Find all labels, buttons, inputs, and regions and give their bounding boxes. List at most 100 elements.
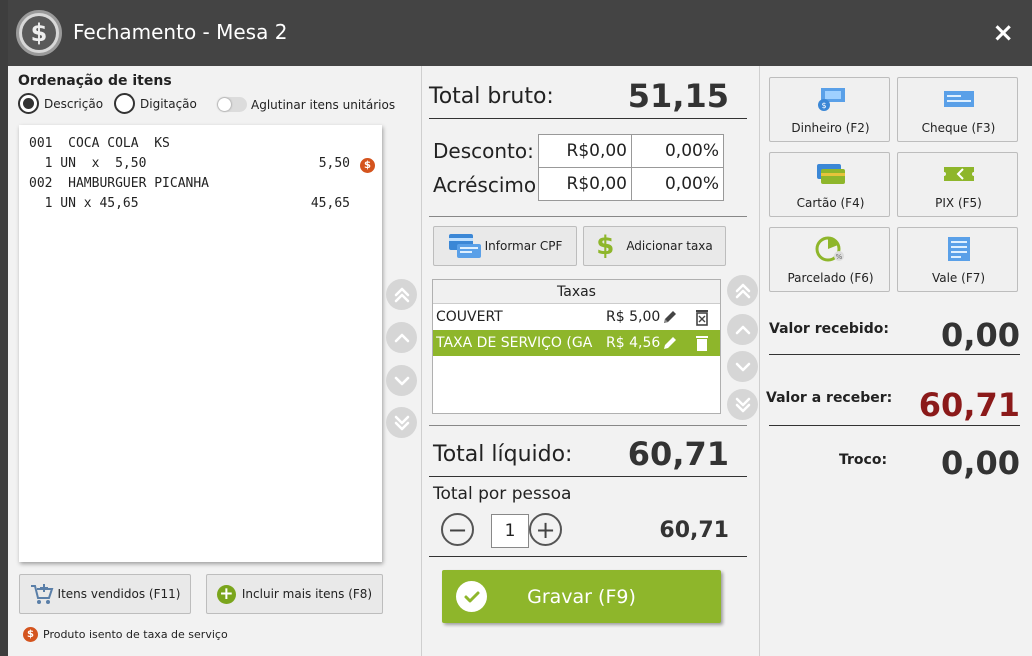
divider (769, 425, 1020, 426)
fee-name: TAXA DE SERVIÇO (GA (436, 335, 593, 351)
change-label: Troco: (839, 452, 888, 468)
radio-label: Descrição (44, 96, 104, 111)
minus-icon: − (447, 515, 468, 544)
plus-icon: + (535, 515, 556, 544)
double-chevron-down-icon (394, 415, 409, 430)
pencil-icon[interactable] (661, 308, 679, 326)
addition-percent-field[interactable]: 0,00% (631, 167, 724, 201)
net-total-value: 60,71 (627, 435, 729, 473)
svg-text:%: % (836, 253, 843, 261)
receipt-item-line[interactable]: 002 HAMBURGUER PICANHA (29, 176, 209, 194)
scroll-up-button[interactable] (386, 322, 417, 353)
totals-panel: Total bruto: 51,15 Desconto: R$0,00 0,00… (422, 66, 760, 656)
divider (429, 425, 747, 426)
fees-scroll-down-button[interactable] (727, 351, 758, 382)
include-more-items-button[interactable]: + Incluir mais itens (F8) (206, 574, 383, 614)
trash-icon[interactable] (693, 308, 711, 326)
fees-scroll-bottom-button[interactable] (727, 389, 758, 420)
discount-amount-field[interactable]: R$0,00 (538, 134, 632, 168)
radio-description[interactable]: Descrição (18, 93, 103, 114)
divider (429, 118, 747, 119)
double-chevron-down-icon (735, 397, 750, 412)
pencil-icon[interactable] (661, 334, 679, 352)
divider (429, 476, 747, 477)
gross-total-value: 51,15 (627, 77, 729, 115)
dollar-icon: $ (596, 231, 615, 261)
people-count-field[interactable]: 1 (491, 514, 529, 548)
increase-people-button[interactable]: + (529, 513, 562, 546)
pix-icon (944, 167, 974, 181)
chevron-down-icon (394, 376, 409, 385)
net-total-label: Total líquido: (433, 442, 573, 467)
double-chevron-up-icon (735, 283, 750, 298)
received-label: Valor recebido: (769, 321, 889, 337)
save-label: Gravar (F9) (527, 585, 636, 608)
pay-card-button[interactable]: Cartão (F4) (769, 152, 890, 217)
dollar-coin-icon: $ (16, 10, 62, 56)
received-value: 0,00 (941, 316, 1020, 354)
pay-check-button[interactable]: Cheque (F3) (897, 77, 1018, 142)
fee-value: R$ 4,56 (606, 335, 661, 351)
service-exempt-icon: $ (360, 158, 375, 173)
plus-circle-icon: + (216, 584, 236, 604)
sold-items-button[interactable]: Itens vendidos (F11) (19, 574, 191, 614)
receipt-list[interactable]: 001 COCA COLA KS 1 UN x 5,50 5,50 $ 002 … (19, 125, 382, 562)
pay-card-label: Cartão (F4) (796, 196, 865, 210)
fee-name: COUVERT (436, 309, 503, 325)
addition-amount-field[interactable]: R$0,00 (538, 167, 632, 201)
divider (429, 556, 747, 557)
fee-row-selected[interactable]: TAXA DE SERVIÇO (GA R$ 4,56 (433, 330, 720, 356)
save-button[interactable]: Gravar (F9) (442, 570, 721, 623)
scroll-top-button[interactable] (386, 279, 417, 310)
fee-row[interactable]: COUVERT R$ 5,00 (433, 304, 720, 330)
gross-total-label: Total bruto: (429, 84, 554, 109)
receipt-item-line[interactable]: 001 COCA COLA KS (29, 136, 170, 154)
toggle-track[interactable] (217, 97, 247, 112)
pay-voucher-button[interactable]: Vale (F7) (897, 227, 1018, 292)
per-person-value: 60,71 (659, 518, 729, 543)
double-chevron-up-icon (394, 287, 409, 302)
pay-installments-label: Parcelado (F6) (787, 271, 874, 285)
trash-icon[interactable] (693, 334, 711, 352)
scroll-bottom-button[interactable] (386, 407, 417, 438)
card-icon (817, 164, 845, 184)
discount-label: Desconto: (433, 139, 534, 163)
radio-label: Digitação (140, 96, 197, 111)
fees-scroll-up-button[interactable] (727, 314, 758, 345)
divider (429, 216, 747, 217)
installments-icon: % (815, 236, 844, 262)
pay-pix-button[interactable]: PIX (F5) (897, 152, 1018, 217)
inform-cpf-button[interactable]: Informar CPF (433, 226, 577, 266)
pay-installments-button[interactable]: % Parcelado (F6) (769, 227, 890, 292)
include-more-label: Incluir mais itens (F8) (241, 587, 373, 601)
items-panel: Ordenação de itens Descrição Digitação A… (8, 66, 422, 656)
window-title: Fechamento - Mesa 2 (73, 20, 288, 44)
scroll-down-button[interactable] (386, 365, 417, 396)
fees-scroll-top-button[interactable] (727, 275, 758, 306)
chevron-down-icon (735, 362, 750, 371)
close-button[interactable]: × (992, 18, 1014, 48)
sold-items-label: Itens vendidos (F11) (57, 587, 181, 601)
payment-panel: $ Dinheiro (F2) Cheque (F3) Cartão (F4) … (760, 66, 1032, 656)
legend-text: Produto isento de taxa de serviço (43, 628, 228, 641)
to-receive-value: 60,71 (918, 386, 1020, 424)
divider (769, 354, 1020, 355)
pay-cash-button[interactable]: $ Dinheiro (F2) (769, 77, 890, 142)
receipt-item-amount: 5,50 (318, 156, 350, 171)
check-icon (944, 91, 974, 107)
radio-typing[interactable]: Digitação (114, 93, 197, 114)
add-fee-button[interactable]: $ Adicionar taxa (583, 226, 726, 266)
receipt-item-qty[interactable]: 1 UN x 45,65 (29, 196, 139, 214)
pay-voucher-label: Vale (F7) (931, 271, 986, 285)
radio-dot[interactable] (18, 93, 39, 114)
per-person-label: Total por pessoa (433, 484, 572, 504)
closing-window: $ Fechamento - Mesa 2 × Ordenação de ite… (8, 0, 1032, 656)
discount-percent-field[interactable]: 0,00% (631, 134, 724, 168)
receipt-item-amount: 45,65 (310, 196, 350, 211)
receipt-item-qty[interactable]: 1 UN x 5,50 (29, 156, 147, 174)
merge-items-toggle[interactable]: Aglutinar itens unitários (217, 97, 395, 112)
decrease-people-button[interactable]: − (441, 513, 474, 546)
radio-dot[interactable] (114, 93, 135, 114)
pay-cash-label: Dinheiro (F2) (791, 121, 870, 135)
cash-icon: $ (818, 88, 845, 111)
